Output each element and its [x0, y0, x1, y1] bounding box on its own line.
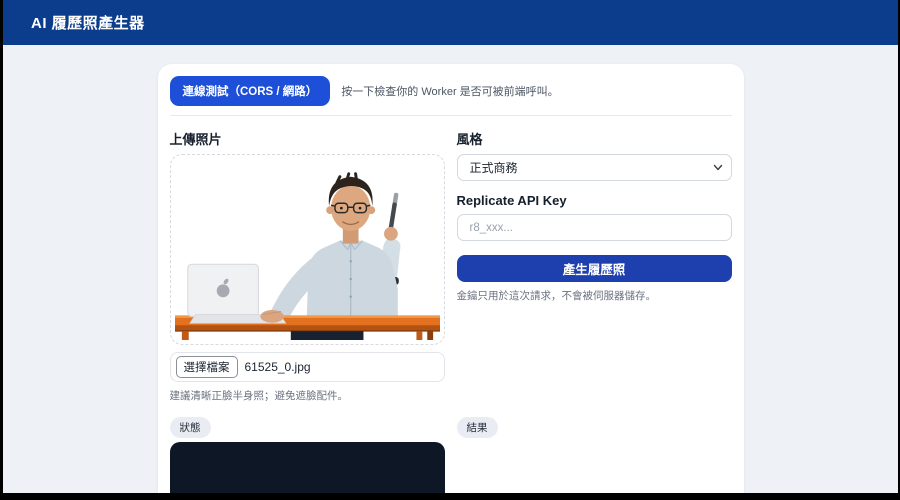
divider: [169, 115, 732, 116]
result-badge: 結果: [456, 417, 498, 438]
photo-dropzone[interactable]: [169, 154, 445, 345]
status-section: 狀態: [169, 417, 445, 493]
app-window: AI 履歷照產生器 連線測試（CORS / 網路） 按一下檢查你的 Worker…: [3, 0, 898, 493]
api-key-note: 金鑰只用於這次請求，不會被伺服器儲存。: [456, 290, 657, 302]
video-frame: AI 履歷照產生器 連線測試（CORS / 網路） 按一下檢查你的 Worker…: [0, 0, 900, 500]
style-label: 風格: [456, 132, 483, 147]
upload-section-label: 上傳照片: [169, 132, 222, 147]
person-legs: [290, 331, 363, 340]
options-column: 風格 正式商務 Replicate API Key 產生履歷照 金鑰只用於這次請…: [456, 129, 732, 403]
page-title: AI 履歷照產生器: [31, 15, 145, 32]
file-input[interactable]: 選擇檔案 61525_0.jpg: [169, 352, 445, 382]
main-card: 連線測試（CORS / 網路） 按一下檢查你的 Worker 是否可被前端呼叫。…: [157, 64, 744, 493]
api-key-input[interactable]: [456, 214, 732, 241]
selected-file-name: 61525_0.jpg: [244, 360, 311, 374]
generate-button[interactable]: 產生履歷照: [456, 255, 732, 282]
connection-test-hint: 按一下檢查你的 Worker 是否可被前端呼叫。: [341, 86, 559, 98]
connection-test-row: 連線測試（CORS / 網路） 按一下檢查你的 Worker 是否可被前端呼叫。: [169, 76, 732, 106]
style-select[interactable]: 正式商務: [456, 154, 732, 181]
connection-test-button[interactable]: 連線測試（CORS / 網路）: [169, 76, 331, 106]
api-key-label: Replicate API Key: [456, 193, 567, 208]
status-console: [169, 442, 445, 493]
uploaded-photo-preview: [174, 159, 440, 340]
upload-column: 上傳照片 選擇檔案 61525_0.jpg 建議清晰正臉半身照；避免遮臉配件。: [169, 129, 445, 403]
app-header: AI 履歷照產生器: [3, 0, 898, 45]
status-badge: 狀態: [169, 417, 211, 438]
result-section: 結果: [456, 417, 732, 493]
choose-file-button[interactable]: 選擇檔案: [175, 356, 238, 378]
upload-hint: 建議清晰正臉半身照；避免遮臉配件。: [169, 390, 349, 402]
